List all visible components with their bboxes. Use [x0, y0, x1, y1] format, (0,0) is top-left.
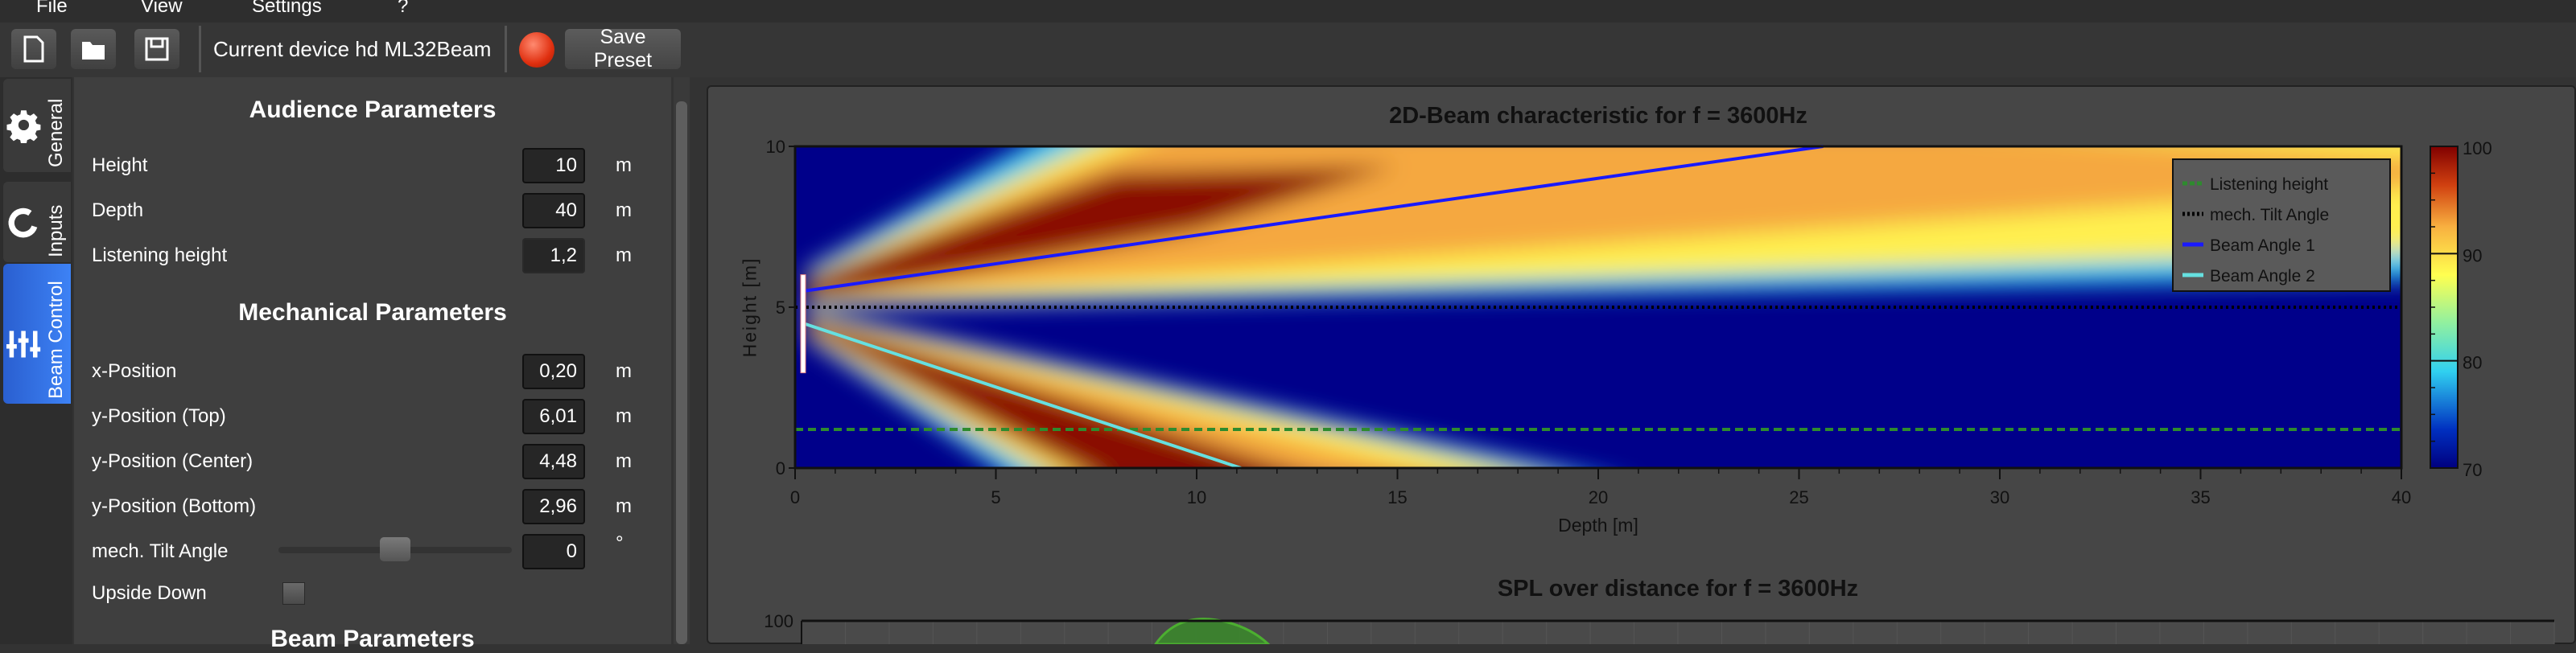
legend-label: Beam Angle 2	[2210, 267, 2315, 285]
colorbar-tick-label: 100	[2463, 138, 2492, 158]
colorbar-tick-label: 90	[2463, 245, 2482, 265]
spl-chart: 100	[764, 611, 2555, 644]
x-tick-label: 15	[1387, 487, 1407, 507]
x-tick-label: 0	[790, 487, 800, 507]
y-tick-label: 10	[766, 137, 785, 157]
x-tick-label: 40	[2392, 487, 2411, 507]
x-tick-label: 10	[1187, 487, 1206, 507]
x-tick-label: 35	[2191, 487, 2210, 507]
colorbar-tick-label: 70	[2463, 460, 2482, 480]
x-tick-label: 25	[1789, 487, 1808, 507]
speaker-marker	[800, 274, 806, 374]
x-tick-label: 5	[991, 487, 1000, 507]
spl-y-tick-label: 100	[764, 611, 793, 631]
y-tick-label: 5	[776, 298, 785, 318]
charts-canvas: 0 5 10 15 20 25 30 35 40 0 5 10 70 80 90 100 Listening h…	[764, 137, 2555, 644]
colorbar-tick-label: 80	[2463, 353, 2482, 373]
x-tick-label: 30	[1990, 487, 2009, 507]
legend: Listening height mech. Tilt Angle Beam Ang…	[2172, 158, 2391, 292]
legend-label: Beam Angle 1	[2210, 236, 2315, 255]
x-tick-label: 20	[1589, 487, 1608, 507]
y-tick-label: 0	[776, 458, 785, 478]
legend-label: mech. Tilt Angle	[2210, 206, 2329, 224]
legend-label: Listening height	[2210, 175, 2328, 194]
